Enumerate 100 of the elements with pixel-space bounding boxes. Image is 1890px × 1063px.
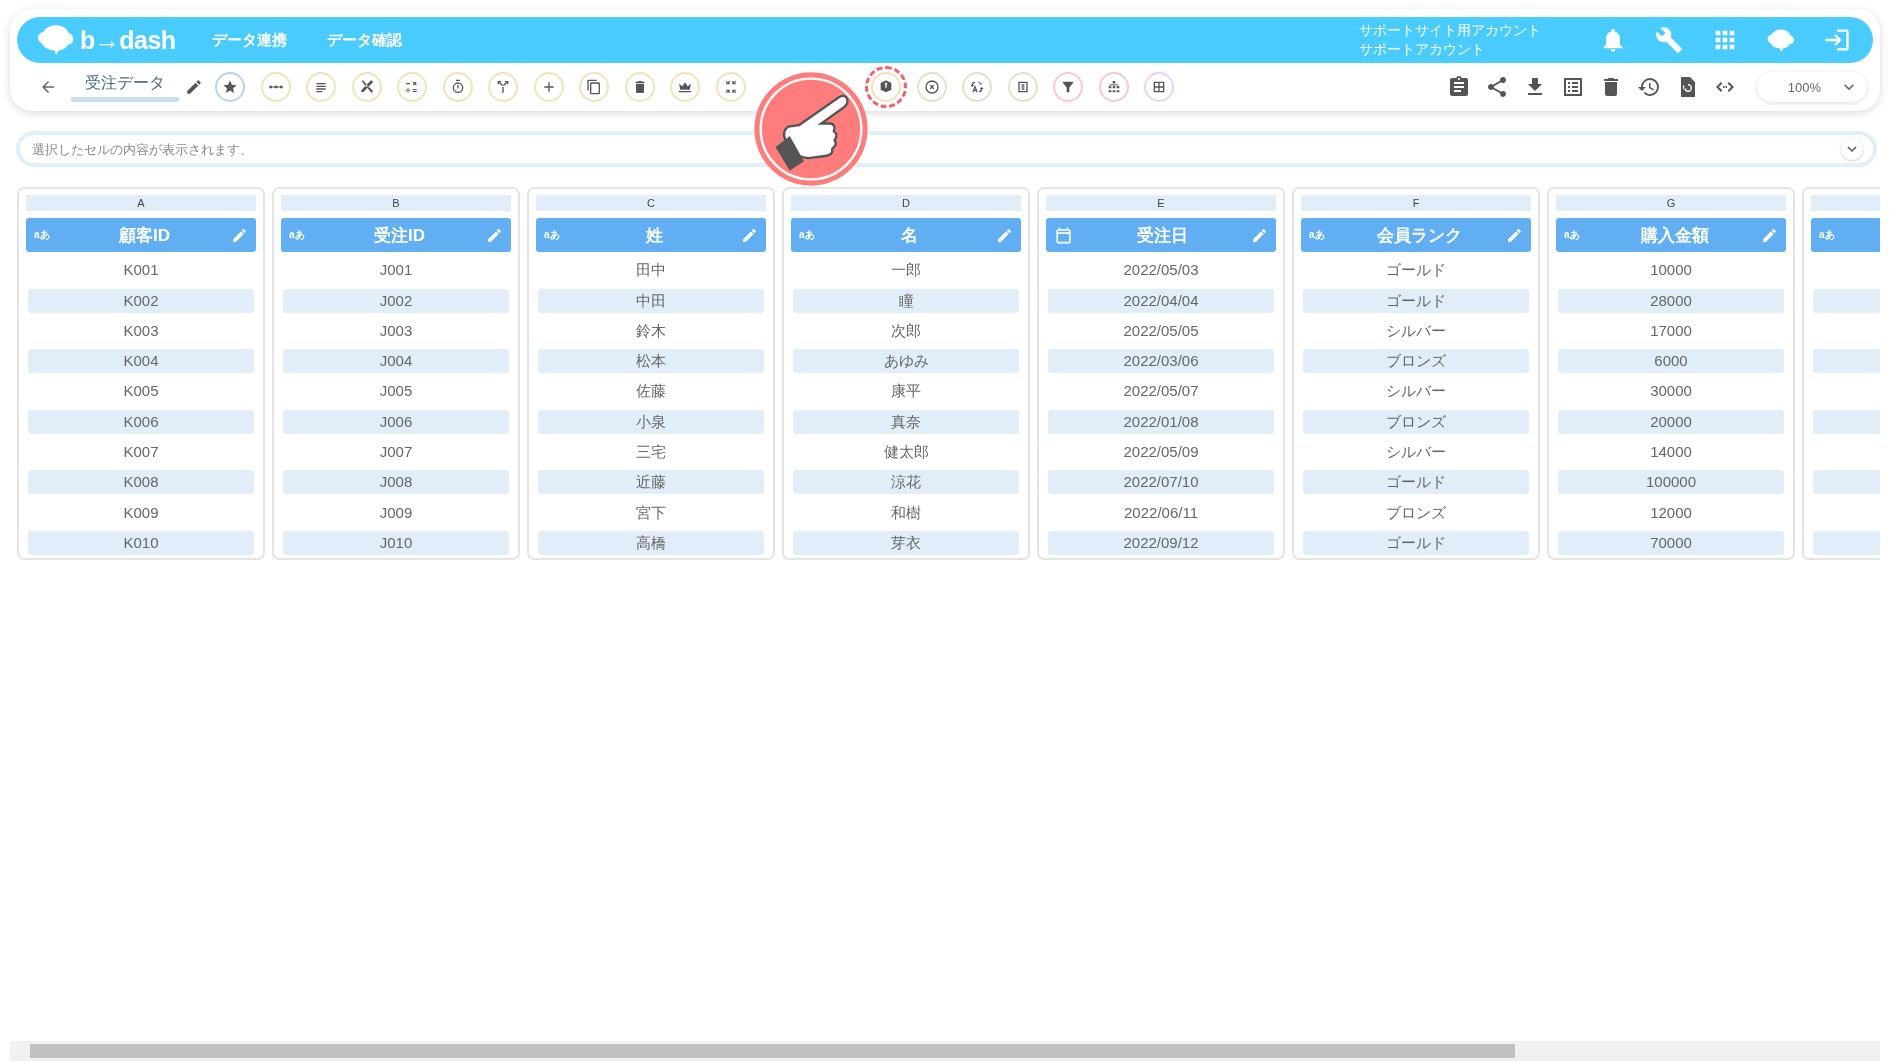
- table-cell: J010: [283, 530, 509, 555]
- table-cell-text: 次郎: [890, 320, 922, 341]
- table-cell: J002: [283, 288, 509, 313]
- tool-button[interactable]: [306, 72, 336, 102]
- tool-button[interactable]: [1098, 72, 1129, 102]
- type-label: aあ: [544, 228, 561, 242]
- column-header[interactable]: aあ 顧客ID: [26, 218, 256, 252]
- table-cell: 中田: [538, 288, 764, 313]
- column-title: 購入金額: [1639, 224, 1710, 247]
- tool-button[interactable]: [351, 72, 382, 102]
- column-header[interactable]: aあ 購入金額: [1556, 218, 1786, 252]
- column-title: 会員ランク: [1376, 224, 1463, 247]
- table-cell: J006: [283, 409, 509, 434]
- table-cell: 70000: [1558, 530, 1784, 555]
- table-cell-text: シルバー: [1385, 381, 1447, 402]
- tool-button[interactable]: [715, 72, 746, 102]
- tool-button[interactable]: [670, 72, 700, 102]
- table-cell: ブロンズ: [1303, 409, 1529, 434]
- column-title: 顧客ID: [118, 224, 171, 247]
- table-cell-text: K007: [122, 442, 160, 463]
- table-cell: ゴールド: [1303, 288, 1529, 313]
- fork-arrows-icon: [495, 79, 511, 95]
- tool-button[interactable]: [260, 72, 291, 102]
- filter-icon: [1060, 79, 1076, 95]
- table-cell-text: J009: [378, 502, 414, 523]
- table-cell: ゴールド: [1303, 530, 1529, 555]
- formula-bar[interactable]: 選択したセルの内容が表示されます。: [16, 131, 1877, 167]
- sheet-title-tab[interactable]: 受注データ: [71, 72, 179, 102]
- column-letter: C: [536, 195, 766, 211]
- nav-link[interactable]: データ連携: [211, 30, 287, 50]
- type-label: aあ: [289, 228, 306, 242]
- column-header[interactable]: aあ 名: [791, 218, 1021, 252]
- tool-button[interactable]: [533, 72, 564, 102]
- table-cell-text: 三宅: [635, 442, 667, 463]
- tool-button[interactable]: [215, 72, 245, 102]
- table-cell: あゆみ: [793, 349, 1019, 374]
- tool-button[interactable]: [624, 72, 655, 102]
- pencil-icon[interactable]: [185, 78, 203, 96]
- tool-button[interactable]: [962, 72, 992, 102]
- column-letter: A: [26, 195, 256, 211]
- table-cell: ブロンズ: [1303, 349, 1529, 374]
- star-icon: [222, 79, 238, 95]
- column-title: 受注日: [1135, 224, 1189, 247]
- list-icon[interactable]: [1561, 75, 1585, 99]
- tool-button[interactable]: [916, 72, 947, 102]
- horizontal-scrollbar[interactable]: [10, 1041, 1880, 1061]
- table-cell-text: 康平: [890, 381, 922, 402]
- table-cell-text: 2022/05/07: [1122, 381, 1200, 402]
- table-cell-text: J003: [378, 320, 414, 341]
- table-cell-text: 宮下: [635, 502, 667, 523]
- table-cell: 近藤: [538, 470, 764, 495]
- column-header[interactable]: aあ 会員ランク: [1301, 218, 1531, 252]
- calculator-icon: [404, 79, 420, 95]
- column-letter: E: [1046, 195, 1276, 211]
- logo-text[interactable]: b→dash: [80, 25, 176, 55]
- table-cell-text: J005: [378, 381, 414, 402]
- share-icon[interactable]: [1485, 75, 1509, 99]
- type-label: aあ: [34, 228, 51, 242]
- tool-button[interactable]: [1053, 72, 1083, 102]
- box-upload-icon: [878, 79, 894, 95]
- calendar-icon: [1054, 225, 1073, 245]
- table-cell: K010: [28, 530, 254, 555]
- expand-button[interactable]: [1841, 138, 1863, 160]
- table-cell: 2022/03/06: [1048, 349, 1274, 374]
- nav-link[interactable]: データ確認: [326, 30, 402, 50]
- table-cell: 瞳: [793, 288, 1019, 313]
- translate-icon: [969, 79, 985, 95]
- zoom-select[interactable]: 100%: [1757, 72, 1867, 102]
- table-cell: K004: [28, 349, 254, 374]
- table-cell: 2022/04/04: [1048, 288, 1274, 313]
- tool-button[interactable]: [397, 72, 427, 102]
- table-cell-text: 17000: [1649, 320, 1693, 341]
- tool-button[interactable]: [1007, 72, 1038, 102]
- table-cell-text: K001: [122, 260, 160, 281]
- table-cell: J008: [283, 470, 509, 495]
- column-title: 受注ID: [373, 224, 426, 247]
- table-cell-text: ブロンズ: [1385, 502, 1447, 523]
- type-label: aあ: [1564, 228, 1581, 242]
- history-icon[interactable]: [1637, 75, 1661, 99]
- column-header[interactable]: aあ 受注ID: [281, 218, 511, 252]
- table-cell: 真奈: [793, 409, 1019, 434]
- table-cell-text: ゴールド: [1385, 260, 1447, 281]
- type-label: aあ: [1309, 228, 1326, 242]
- table-cell-text: 和樹: [890, 502, 922, 523]
- column-header[interactable]: 受注日: [1046, 218, 1276, 252]
- clipboard-icon[interactable]: [1447, 75, 1471, 99]
- table-cell: ゴールド: [1303, 470, 1529, 495]
- column-header[interactable]: aあ: [1811, 218, 1880, 252]
- tool-button[interactable]: [488, 72, 518, 102]
- table-cell-text: J007: [378, 442, 414, 463]
- table-cell-text: 12000: [1649, 502, 1693, 523]
- cell-content-field[interactable]: 選択したセルの内容が表示されます。: [30, 140, 1841, 158]
- table-cell: 松本: [538, 349, 764, 374]
- table-cell-text: 2022/05/03: [1122, 260, 1200, 281]
- tool-button[interactable]: [1144, 72, 1174, 102]
- tool-button[interactable]: [442, 72, 473, 102]
- tool-button[interactable]: [579, 72, 609, 102]
- table-cell-text: シルバー: [1385, 320, 1447, 341]
- column-header[interactable]: aあ 姓: [536, 218, 766, 252]
- copy-icon: [586, 79, 602, 95]
